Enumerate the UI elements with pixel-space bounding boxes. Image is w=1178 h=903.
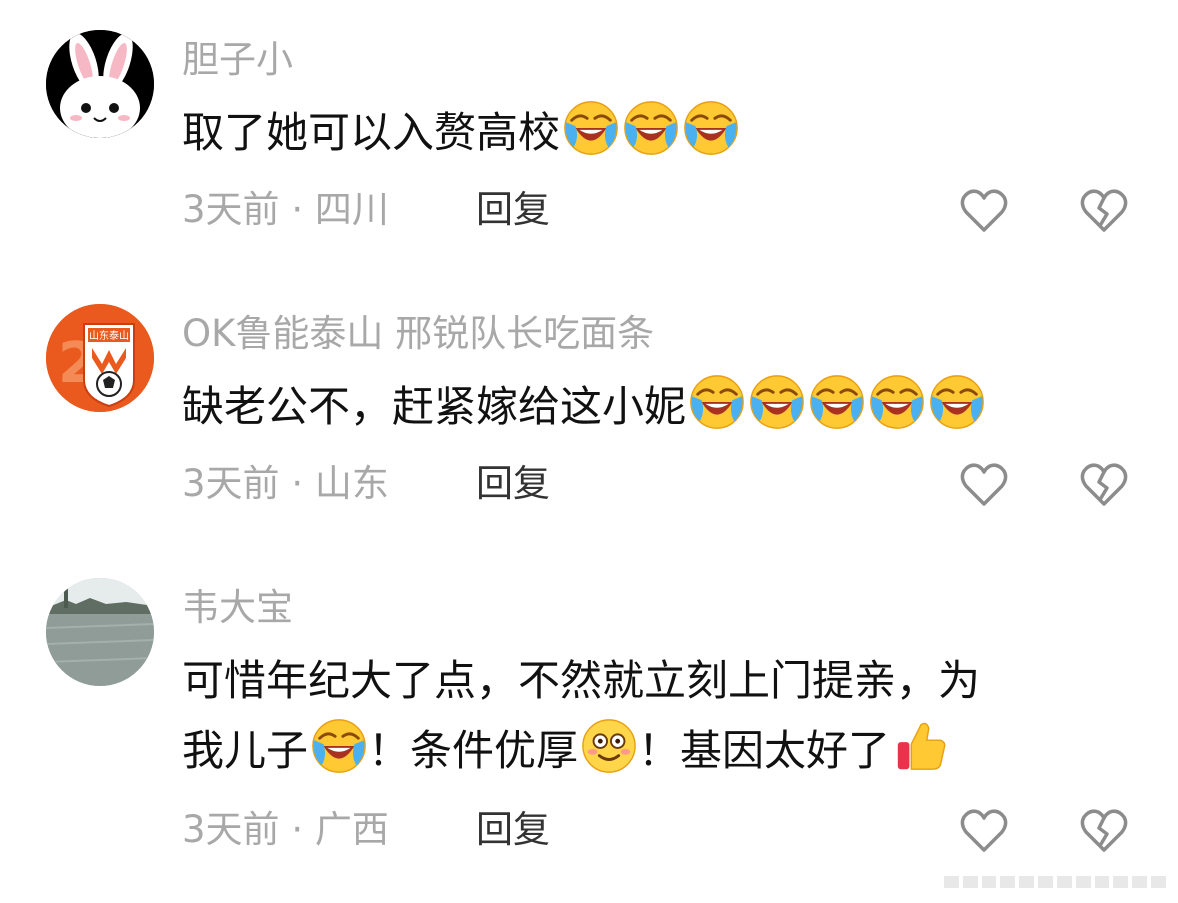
comment-time: 3天前 <box>182 808 280 851</box>
like-heart-icon[interactable] <box>958 460 1010 510</box>
badge-text: 山东泰山 <box>89 329 129 342</box>
crying-laughing-emoji-icon <box>310 717 368 775</box>
reply-button[interactable]: 回复 <box>476 462 550 506</box>
reply-button[interactable]: 回复 <box>476 808 550 852</box>
crying-laughing-emoji-icon <box>808 373 866 431</box>
comment-time: 3天前 <box>182 462 280 505</box>
thumbs-up-emoji-icon <box>892 717 950 775</box>
comment-text-content: 取了她可以入赘高校 <box>182 108 561 157</box>
comment-text-content: 我儿子 <box>182 726 309 775</box>
username[interactable]: 韦大宝 <box>182 586 293 630</box>
crying-laughing-emoji-icon <box>688 373 746 431</box>
river-landscape-avatar-icon <box>46 578 154 686</box>
like-heart-icon[interactable] <box>958 186 1010 236</box>
username[interactable]: OK鲁能泰山 邢锐队长吃面条 <box>182 312 654 356</box>
comment-text-content: 缺老公不，赶紧嫁给这小妮 <box>182 382 687 431</box>
comment-time: 3天前 <box>182 188 280 231</box>
comment-text: 取了她可以入赘高校 <box>182 98 1162 168</box>
avatar[interactable] <box>46 578 154 686</box>
crying-laughing-emoji-icon <box>562 99 620 157</box>
dislike-broken-heart-icon[interactable] <box>1078 186 1130 236</box>
avatar[interactable]: 2 山东泰山 <box>46 304 154 412</box>
reply-button[interactable]: 回复 <box>476 188 550 232</box>
bunny-avatar-icon <box>46 30 154 138</box>
meta-separator: · <box>291 188 304 231</box>
username[interactable]: 胆子小 <box>182 38 293 82</box>
like-heart-icon[interactable] <box>958 806 1010 856</box>
smiling-blush-emoji-icon <box>580 717 638 775</box>
crying-laughing-emoji-icon <box>622 99 680 157</box>
crying-laughing-emoji-icon <box>748 373 806 431</box>
shandong-taishan-badge-icon: 2 山东泰山 <box>46 304 154 412</box>
crying-laughing-emoji-icon <box>928 373 986 431</box>
watermark <box>944 876 1166 888</box>
crying-laughing-emoji-icon <box>682 99 740 157</box>
comment-location: 四川 <box>314 188 389 231</box>
meta-separator: · <box>291 462 304 505</box>
comment-text-line: 我儿子 ！条件优厚 ！基因太好了 <box>182 716 1162 786</box>
comment-meta: 3天前 · 广西 <box>182 808 389 852</box>
comment-location: 广西 <box>314 808 389 851</box>
dislike-broken-heart-icon[interactable] <box>1078 806 1130 856</box>
dislike-broken-heart-icon[interactable] <box>1078 460 1130 510</box>
comment-text-content: ！基因太好了 <box>638 726 891 775</box>
comment-location: 山东 <box>314 462 389 505</box>
comment-meta: 3天前 · 四川 <box>182 188 389 232</box>
comment-text-content: ！条件优厚 <box>368 726 579 775</box>
comment-meta: 3天前 · 山东 <box>182 462 389 506</box>
comment-text: 缺老公不，赶紧嫁给这小妮 <box>182 372 1162 442</box>
crying-laughing-emoji-icon <box>868 373 926 431</box>
comment-text-line: 可惜年纪大了点，不然就立刻上门提亲，为 <box>182 656 981 705</box>
comment-text: 可惜年纪大了点，不然就立刻上门提亲，为 我儿子 ！条件优厚 ！基因太好了 <box>182 646 1162 786</box>
avatar[interactable] <box>46 30 154 138</box>
meta-separator: · <box>291 808 304 851</box>
